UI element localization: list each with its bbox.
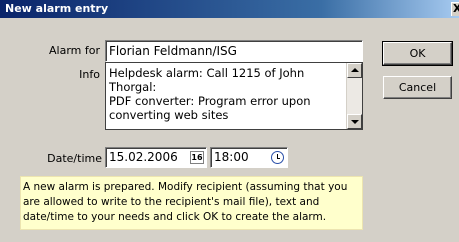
window-bottom-edge [0,236,459,242]
time-value: 18:00 [214,150,249,164]
calendar-icon[interactable]: 16 [190,151,204,164]
time-input[interactable]: 18:00 [210,147,288,168]
close-button[interactable]: X [451,2,459,16]
hint-line: date/time to your needs and click OK to … [23,211,327,223]
arrow-down-icon [351,120,359,124]
info-textarea[interactable]: Helpdesk alarm: Call 1215 of John Thorga… [105,62,363,130]
info-scrollbar[interactable] [346,63,362,129]
datetime-label: Date/time [47,152,102,165]
close-icon: X [453,3,459,15]
info-line: PDF converter: Program error upon [109,94,311,108]
title-bar: New alarm entry X [0,0,459,18]
cancel-button[interactable]: Cancel [383,76,452,99]
info-label: Info [79,68,100,81]
date-value: 15.02.2006 [109,150,178,164]
ok-button[interactable]: OK [382,41,453,66]
scroll-down-button[interactable] [347,114,362,129]
clock-icon[interactable] [271,151,284,164]
alarm-for-label: Alarm for [49,44,100,57]
date-input[interactable]: 15.02.2006 16 [105,147,207,168]
hint-line: are allowed to write to the recipient's … [23,196,320,208]
hint-box: A new alarm is prepared. Modify recipien… [20,176,363,230]
info-line: converting web sites [109,108,229,122]
arrow-up-icon [351,68,359,72]
window-title: New alarm entry [5,2,109,15]
alarm-for-value: Florian Feldmann/ISG [109,44,237,58]
scroll-up-button[interactable] [347,63,362,78]
hint-line: A new alarm is prepared. Modify recipien… [23,181,348,193]
info-line: Helpdesk alarm: Call 1215 of John Thorga… [109,66,305,94]
alarm-for-input[interactable]: Florian Feldmann/ISG [105,40,363,62]
